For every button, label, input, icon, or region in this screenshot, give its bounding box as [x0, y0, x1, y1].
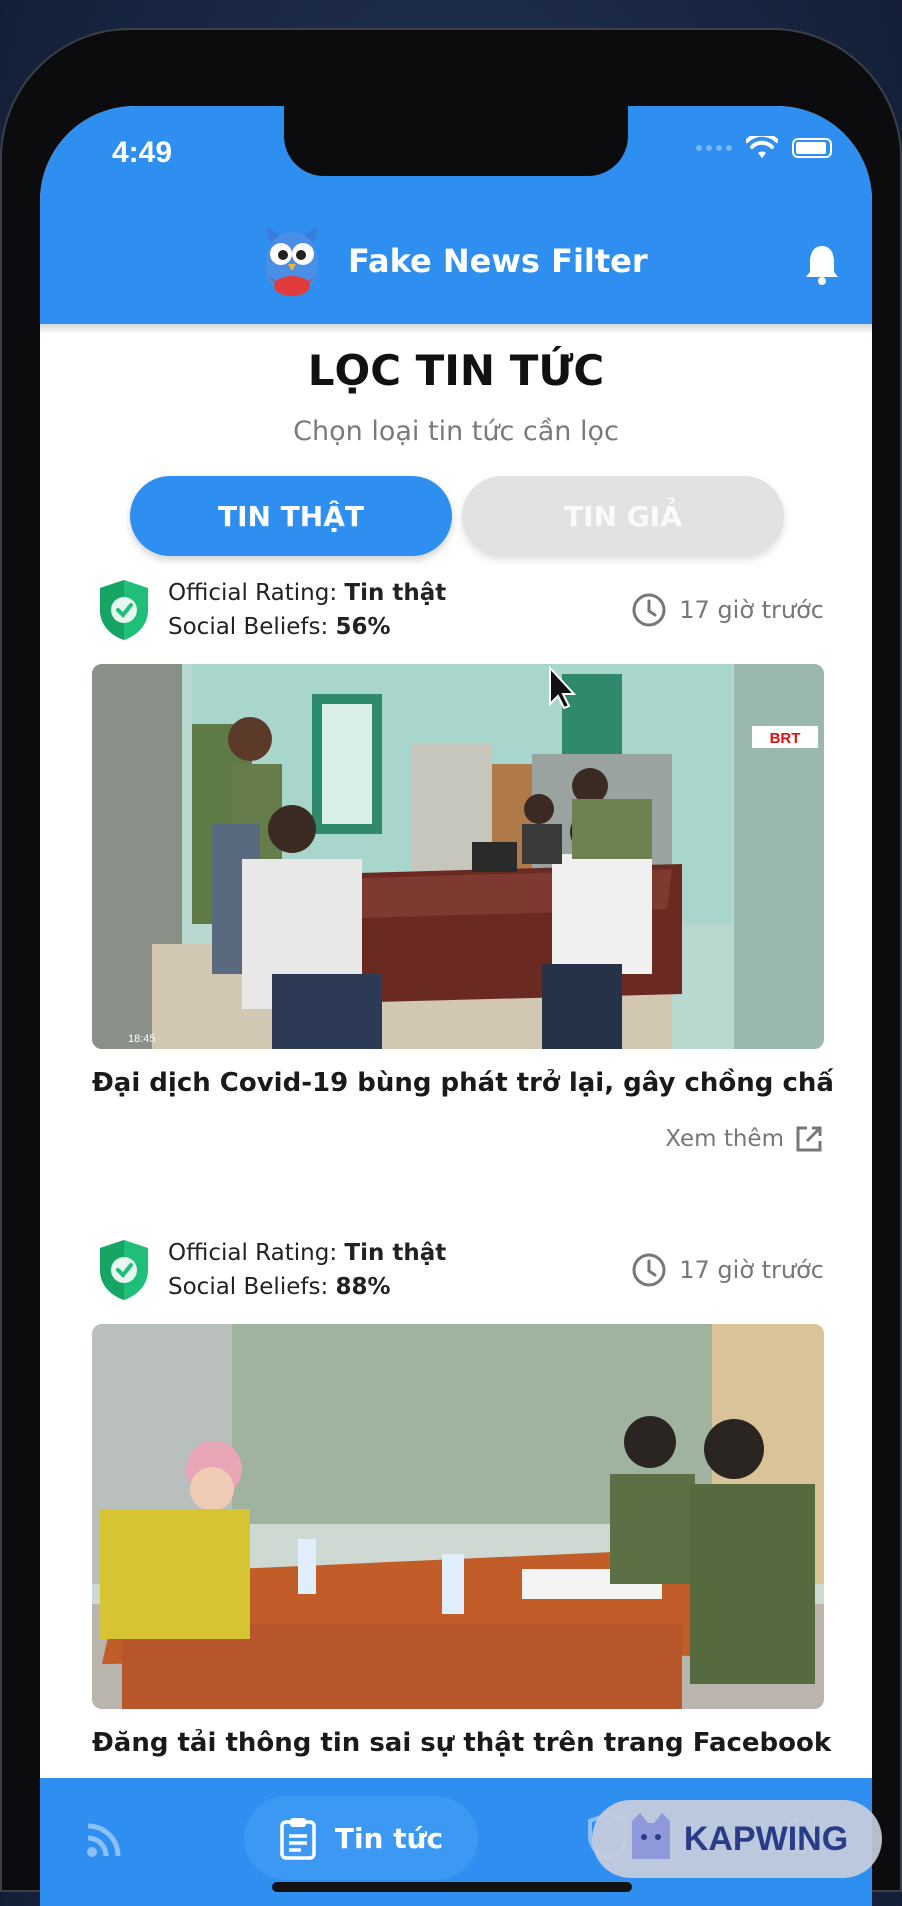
card-header: Official Rating: Tin thật Social Beliefs… — [92, 576, 824, 648]
card-header: Official Rating: Tin thật Social Beliefs… — [92, 1236, 824, 1308]
channel-logo-text: BRT — [770, 730, 801, 747]
phone-frame: 4:49 Fake News Filter LỌC TIN TỨC Chọn l… — [0, 28, 902, 1906]
page-subtitle: Chọn loại tin tức cần lọc — [293, 416, 619, 447]
device-notch — [284, 106, 628, 176]
official-rating-label: Official Rating: — [168, 1240, 338, 1266]
official-rating-value: Tin thật — [344, 580, 447, 606]
news-card[interactable]: Official Rating: Tin thật Social Beliefs… — [92, 1236, 831, 1758]
clock-icon — [632, 1253, 666, 1287]
app-title: Fake News Filter — [348, 242, 648, 280]
verified-shield-icon — [100, 580, 148, 640]
news-card[interactable]: Official Rating: Tin thật Social Beliefs… — [92, 576, 834, 1152]
notification-bell-icon[interactable] — [802, 242, 842, 286]
read-more-label: Xem thêm — [665, 1126, 784, 1152]
top-app-bar: 4:49 Fake News Filter — [40, 106, 872, 324]
read-more-link[interactable]: Xem thêm — [665, 1124, 824, 1154]
kapwing-logo-icon — [631, 1813, 670, 1859]
header-row: Fake News Filter — [40, 224, 872, 304]
top-bar-shadow — [40, 324, 872, 334]
status-icons — [696, 136, 832, 160]
clipboard-news-icon — [280, 1818, 316, 1860]
official-rating-label: Official Rating: — [168, 580, 338, 606]
owl-logo-icon — [266, 226, 318, 296]
external-link-icon — [796, 1126, 822, 1152]
news-headline[interactable]: Đại dịch Covid-19 bùng phát trở lại, gây… — [92, 1068, 852, 1098]
published-time: 17 giờ trước — [631, 592, 824, 628]
time-ago-text: 17 giờ trước — [679, 1256, 824, 1284]
published-time: 17 giờ trước — [631, 1252, 824, 1288]
kapwing-watermark: KAPWING — [592, 1800, 882, 1878]
news-image[interactable] — [92, 1324, 824, 1709]
rss-feed-icon[interactable] — [84, 1820, 124, 1860]
battery-icon — [792, 138, 832, 158]
tab-news-label: Tin tức — [334, 1821, 444, 1855]
clock-icon — [632, 593, 666, 627]
rating-info: Official Rating: Tin thật Social Beliefs… — [168, 1236, 446, 1304]
filter-fake-news-button[interactable]: TIN GIẢ — [462, 476, 784, 556]
rating-info: Official Rating: Tin thật Social Beliefs… — [168, 576, 446, 644]
watermark-text: KAPWING — [683, 1819, 849, 1858]
video-timestamp: 18:45 — [128, 1033, 156, 1045]
official-rating-value: Tin thật — [344, 1240, 447, 1266]
news-headline[interactable]: Đăng tải thông tin sai sự thật trên tran… — [92, 1728, 852, 1758]
filter-true-news-button[interactable]: TIN THẬT — [130, 476, 452, 556]
home-indicator[interactable] — [272, 1882, 632, 1892]
wifi-icon — [746, 136, 778, 158]
app-screen: 4:49 Fake News Filter LỌC TIN TỨC Chọn l… — [40, 106, 872, 1906]
social-beliefs-label: Social Beliefs: — [168, 1274, 329, 1300]
cellular-signal-icon — [696, 145, 732, 151]
tab-news[interactable]: Tin tức — [244, 1796, 478, 1880]
page-title: LỌC TIN TỨC — [307, 346, 605, 395]
status-time: 4:49 — [112, 136, 173, 169]
social-beliefs-value: 56% — [335, 614, 391, 640]
time-ago-text: 17 giờ trước — [679, 596, 824, 624]
social-beliefs-label: Social Beliefs: — [168, 614, 329, 640]
news-image[interactable]: BRT 18:45 — [92, 664, 824, 1049]
verified-shield-icon — [100, 1240, 148, 1300]
social-beliefs-value: 88% — [335, 1274, 391, 1300]
